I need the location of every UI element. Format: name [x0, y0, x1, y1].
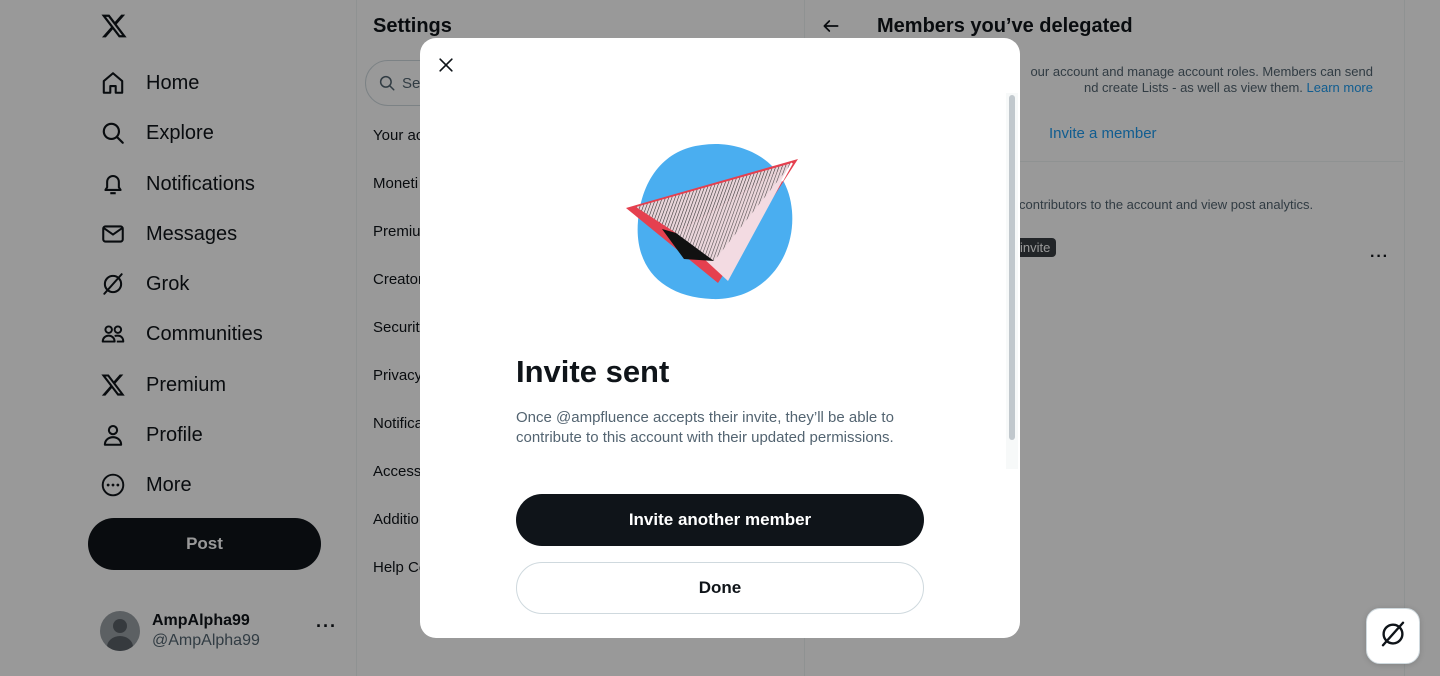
close-icon[interactable]: [434, 53, 458, 77]
grok-floating-button[interactable]: [1366, 608, 1420, 664]
dialog-message: Once @ampfluence accepts their invite, t…: [516, 409, 894, 446]
scrollbar-thumb[interactable]: [1009, 95, 1015, 440]
paper-plane-illustration: [622, 141, 806, 303]
invite-sent-dialog: Invite sent Once @ampfluence accepts the…: [420, 38, 1020, 638]
done-button[interactable]: Done: [516, 562, 924, 614]
invite-another-member-button[interactable]: Invite another member: [516, 494, 924, 546]
scrollbar[interactable]: [1006, 93, 1018, 469]
grok-icon: [1378, 619, 1408, 654]
dialog-title: Invite sent: [516, 354, 670, 389]
